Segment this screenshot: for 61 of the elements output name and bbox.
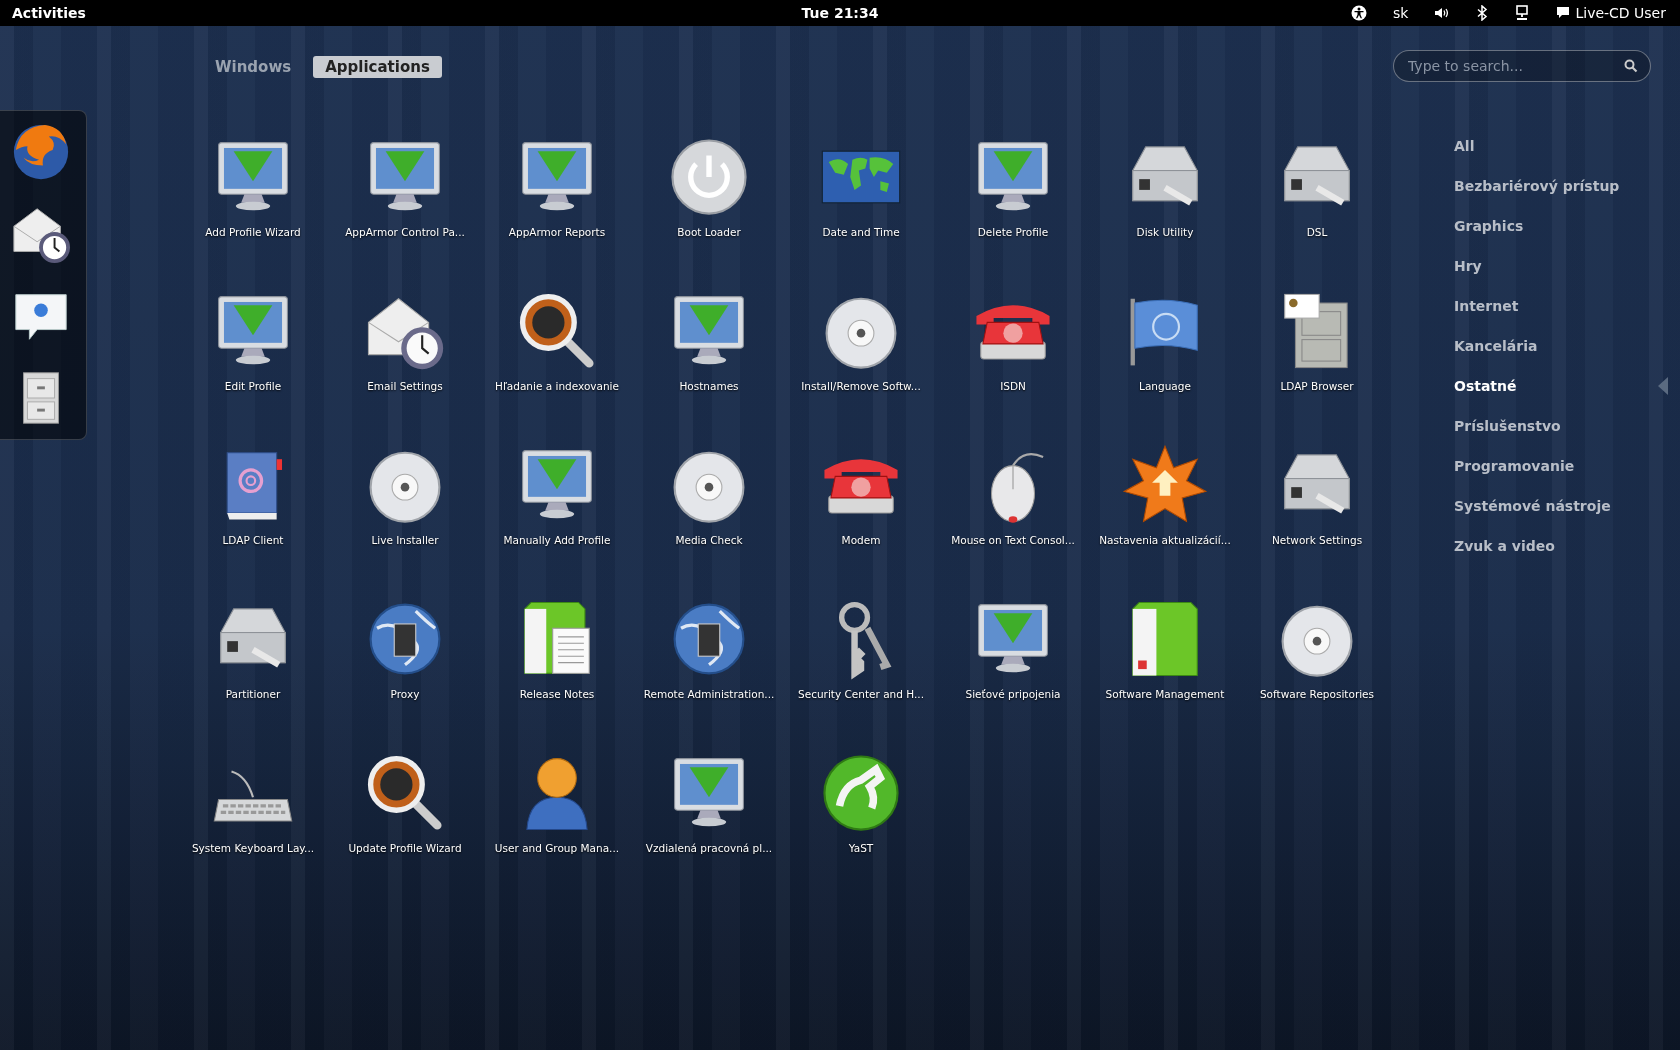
bluetooth-icon[interactable] [1476,5,1489,21]
category-item[interactable]: Internet [1454,298,1519,314]
volume-icon[interactable] [1434,5,1451,21]
activities-button[interactable]: Activities [0,0,98,26]
category-item[interactable]: Systémové nástroje [1454,498,1611,514]
app-launcher[interactable]: Hľadanie a indexovanie [481,284,633,438]
chat-bubble-icon [1556,6,1571,20]
category-item[interactable]: Hry [1454,258,1482,274]
category-item[interactable]: Programovanie [1454,458,1575,474]
app-launcher[interactable]: LDAP Client [177,438,329,592]
app-launcher[interactable]: Date and Time [785,130,937,284]
app-launcher[interactable]: Boot Loader [633,130,785,284]
category-item[interactable]: Graphics [1454,218,1524,234]
view-tab[interactable]: Windows [203,56,304,78]
app-launcher[interactable]: Network Settings [1241,438,1393,592]
category-item[interactable]: All [1454,138,1475,154]
network-icon[interactable] [1514,5,1531,21]
search-icon [1624,59,1638,73]
app-launcher[interactable]: AppArmor Control Pa... [329,130,481,284]
app-launcher[interactable]: Delete Profile [937,130,1089,284]
app-launcher[interactable]: Edit Profile [177,284,329,438]
app-launcher[interactable]: DSL [1241,130,1393,284]
category-item[interactable]: Príslušenstvo [1454,418,1561,434]
clock[interactable]: Tue 21:34 [789,0,891,26]
app-launcher[interactable]: LDAP Browser [1241,284,1393,438]
app-launcher[interactable]: Remote Administration... [633,592,785,746]
app-launcher[interactable]: Live Installer [329,438,481,592]
view-tab[interactable]: Applications [313,56,442,78]
app-launcher[interactable]: Add Profile Wizard [177,130,329,284]
app-launcher[interactable]: Partitioner [177,592,329,746]
category-item[interactable]: Kancelária [1454,338,1538,354]
app-launcher[interactable]: System Keyboard Lay... [177,746,329,900]
app-launcher[interactable]: Mouse on Text Consol... [937,438,1089,592]
category-item[interactable]: Ostatné [1454,378,1517,394]
app-launcher[interactable]: Release Notes [481,592,633,746]
app-launcher[interactable]: Update Profile Wizard [329,746,481,900]
selection-arrow-icon [1658,377,1668,395]
app-launcher[interactable]: Install/Remove Softw... [785,284,937,438]
app-launcher[interactable]: Nastavenia aktualizácií... [1089,438,1241,592]
category-item[interactable]: Zvuk a video [1454,538,1555,554]
app-launcher[interactable]: Disk Utility [1089,130,1241,284]
app-launcher[interactable]: YaST [785,746,937,900]
app-launcher[interactable]: Modem [785,438,937,592]
app-launcher[interactable]: Software Management [1089,592,1241,746]
app-launcher[interactable]: Sieťové pripojenia [937,592,1089,746]
user-menu[interactable]: Live-CD User [1548,0,1674,26]
app-launcher[interactable]: Proxy [329,592,481,746]
app-launcher[interactable]: Software Repositories [1241,592,1393,746]
accessibility-icon[interactable] [1351,5,1368,21]
app-launcher[interactable]: Hostnames [633,284,785,438]
app-launcher[interactable]: AppArmor Reports [481,130,633,284]
app-launcher[interactable]: Security Center and H... [785,592,937,746]
app-launcher[interactable]: User and Group Mana... [481,746,633,900]
category-item[interactable]: Bezbariérový prístup [1454,178,1620,194]
app-launcher[interactable]: ISDN [937,284,1089,438]
app-launcher[interactable]: Manually Add Profile [481,438,633,592]
app-launcher[interactable]: Vzdialená pracovná pl... [633,746,785,900]
keyboard-layout-indicator[interactable]: sk [1385,0,1417,26]
app-launcher[interactable]: Language [1089,284,1241,438]
app-launcher[interactable]: Media Check [633,438,785,592]
app-launcher[interactable]: Email Settings [329,284,481,438]
